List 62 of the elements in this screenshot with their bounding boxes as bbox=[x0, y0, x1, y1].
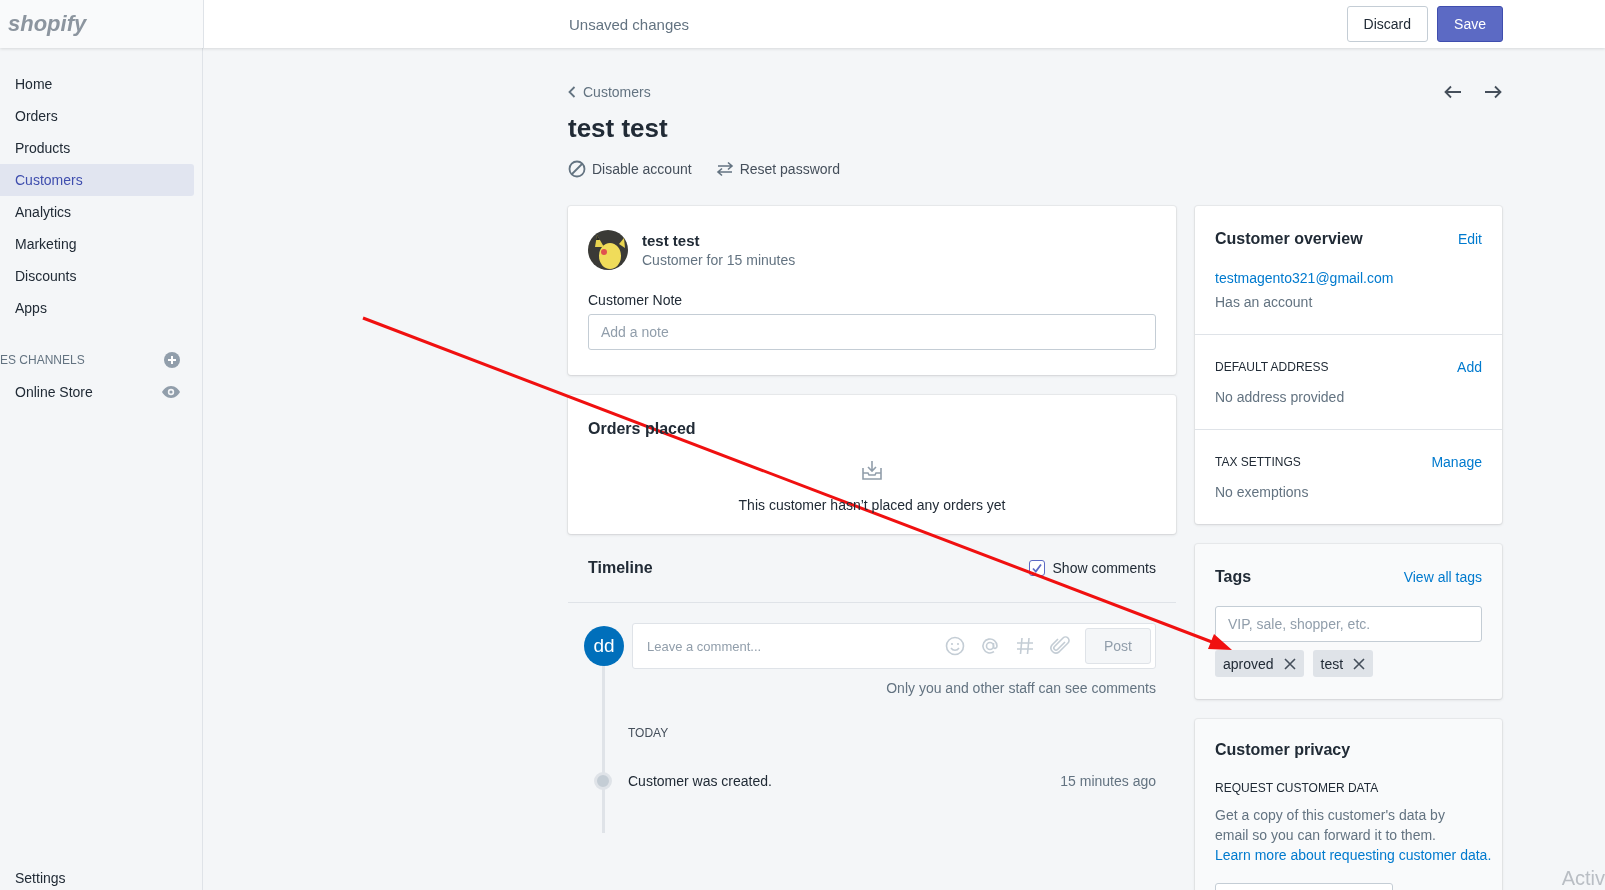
disable-account-link[interactable]: Disable account bbox=[568, 160, 692, 178]
close-icon[interactable] bbox=[1283, 657, 1296, 670]
at-sign-icon[interactable] bbox=[980, 636, 1000, 656]
section-heading: TAX SETTINGS bbox=[1215, 455, 1301, 469]
edit-link[interactable]: Edit bbox=[1457, 231, 1482, 247]
view-all-tags-link[interactable]: View all tags bbox=[1403, 569, 1482, 585]
sidebar-item[interactable]: Settings bbox=[0, 868, 202, 888]
section-action-link[interactable]: Manage bbox=[1431, 454, 1482, 470]
unsaved-changes-label: Unsaved changes bbox=[569, 15, 690, 33]
learn-more-link[interactable]: Learn more about requesting customer data. bbox=[1215, 847, 1492, 863]
sidebar-item[interactable]: Marketing bbox=[0, 228, 194, 260]
arrow-left-icon[interactable] bbox=[1444, 85, 1462, 99]
tags-field[interactable]: VIP, sale, shopper, etc. bbox=[1215, 606, 1482, 642]
section-heading: DEFAULT ADDRESS bbox=[1215, 360, 1329, 374]
note-field[interactable]: Add a note bbox=[588, 314, 1156, 350]
sidebar-item[interactable]: Discounts bbox=[0, 260, 194, 292]
card-title: Tags bbox=[1215, 568, 1252, 586]
user-avatar: dd bbox=[584, 626, 624, 666]
add-icon[interactable] bbox=[164, 352, 180, 368]
email-link[interactable]: testmagento321@gmail.com bbox=[1215, 270, 1482, 286]
activation-notice: Activ bbox=[1561, 866, 1605, 890]
tag-label: test bbox=[1320, 655, 1344, 672]
inbox-download-icon bbox=[862, 460, 882, 480]
page-title: test test bbox=[568, 112, 669, 145]
comment-visibility-note: Only you and other staff can see comments bbox=[886, 680, 1156, 696]
event-time: 15 minutes ago bbox=[1060, 773, 1156, 789]
section-action-link[interactable]: Add bbox=[1457, 359, 1482, 375]
chevron-left-icon bbox=[568, 86, 576, 98]
field-label: Customer Note bbox=[588, 292, 684, 308]
sidebar-item[interactable]: Orders bbox=[0, 100, 194, 132]
smiley-icon[interactable] bbox=[945, 636, 965, 656]
discard-button[interactable]: Discard bbox=[1346, 6, 1429, 42]
sidebar-item[interactable]: Customers bbox=[0, 164, 194, 196]
eye-icon[interactable] bbox=[162, 386, 180, 398]
section-title: Timeline bbox=[588, 559, 653, 577]
tag-label: aproved bbox=[1223, 655, 1274, 672]
section-heading: ES CHANNELS bbox=[0, 353, 85, 367]
date-heading: TODAY bbox=[628, 726, 670, 740]
section-text: No address provided bbox=[1215, 389, 1346, 405]
arrow-right-icon[interactable] bbox=[1484, 85, 1502, 99]
event-text: Customer was created. bbox=[628, 773, 773, 789]
checkbox-label: Show comments bbox=[1052, 560, 1156, 576]
reset-password-link[interactable]: Reset password bbox=[715, 160, 840, 178]
breadcrumb-link[interactable]: Customers bbox=[568, 84, 651, 100]
customer-name: test test bbox=[642, 232, 701, 249]
section-heading: REQUEST CUSTOMER DATA bbox=[1215, 781, 1380, 795]
save-button[interactable]: Save bbox=[1437, 6, 1503, 42]
sidebar-item[interactable]: Home bbox=[0, 68, 194, 100]
sidebar-item[interactable]: Apps bbox=[0, 292, 194, 324]
customer-since: Customer for 15 minutes bbox=[642, 252, 796, 268]
sidebar-item[interactable]: Online Store bbox=[0, 376, 93, 408]
paperclip-icon[interactable] bbox=[1050, 636, 1070, 656]
sidebar-item[interactable]: Products bbox=[0, 132, 194, 164]
card-title: Customer privacy bbox=[1215, 741, 1352, 759]
account-status: Has an account bbox=[1215, 294, 1314, 310]
sidebar-item[interactable]: Analytics bbox=[0, 196, 194, 228]
hashtag-icon[interactable] bbox=[1015, 636, 1035, 656]
card-title: Customer overview bbox=[1215, 230, 1363, 248]
prohibited-icon bbox=[568, 160, 586, 178]
close-icon[interactable] bbox=[1353, 657, 1366, 670]
section-text: No exemptions bbox=[1215, 484, 1310, 500]
swap-arrows-icon bbox=[715, 160, 734, 178]
